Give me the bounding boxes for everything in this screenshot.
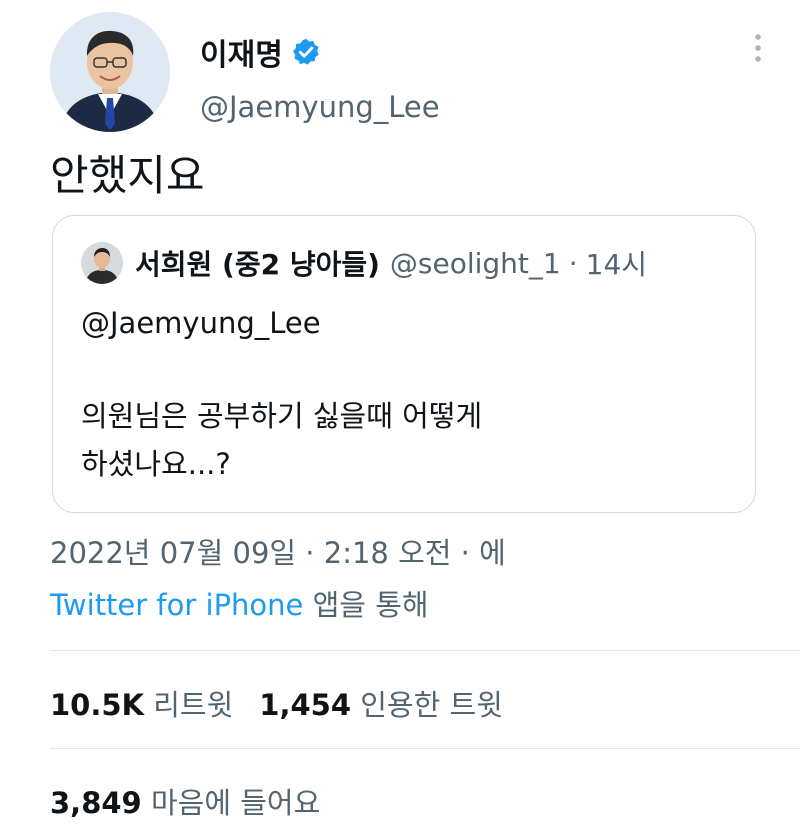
tweet-source-link[interactable]: Twitter for iPhone (50, 588, 303, 622)
profile-photo-small (81, 242, 123, 284)
more-options-icon[interactable] (746, 28, 770, 68)
author-handle[interactable]: @Jaemyung_Lee (200, 90, 440, 124)
retweet-quote-stats: 10.5K 리트윗 1,454 인용한 트윗 (50, 682, 503, 724)
quotes-stat[interactable]: 1,454 인용한 트윗 (259, 688, 503, 722)
quoted-author-avatar[interactable] (81, 242, 123, 284)
likes-label: 마음에 들어요 (150, 786, 321, 820)
likes-count: 3,849 (50, 786, 142, 820)
author-avatar[interactable] (50, 12, 170, 132)
quoted-tweet-body: 의원님은 공부하기 싫을때 어떻게 하셨나요...? (81, 399, 483, 481)
verified-badge-icon (291, 37, 321, 67)
quoted-author-handle[interactable]: @seolight_1 (390, 247, 561, 280)
separator-dot: · (568, 246, 578, 280)
likes-stats[interactable]: 3,849 마음에 들어요 (50, 780, 320, 822)
quotes-label: 인용한 트윗 (360, 688, 503, 722)
divider (50, 650, 800, 651)
profile-photo (50, 12, 170, 132)
tweet-header: 이재명 @Jaemyung_Lee (50, 12, 770, 136)
quoted-tweet[interactable]: 서희원 (중2 냥아들) @seolight_1 · 14시 @Jaemyung… (52, 215, 756, 513)
author-name[interactable]: 이재명 (200, 30, 283, 74)
tweet-source-suffix: 앱을 통해 (303, 588, 429, 622)
tweet-source-line: Twitter for iPhone 앱을 통해 (50, 582, 429, 624)
retweets-count: 10.5K (50, 688, 145, 722)
quoted-tweet-header: 서희원 (중2 냥아들) @seolight_1 · 14시 (81, 242, 647, 284)
retweets-label: 리트윗 (153, 688, 234, 722)
tweet-text: 안했지요 (50, 151, 205, 200)
author-name-row: 이재명 (200, 30, 321, 74)
quotes-count: 1,454 (259, 688, 352, 722)
tweet-timestamp[interactable]: 2022년 07월 09일 · 2:18 오전 · 에 (50, 530, 506, 572)
divider (50, 748, 800, 749)
quoted-tweet-time[interactable]: 14시 (586, 243, 647, 283)
quoted-author-name[interactable]: 서희원 (중2 냥아들) (135, 243, 380, 283)
retweets-stat[interactable]: 10.5K 리트윗 (50, 688, 233, 722)
quoted-tweet-mention[interactable]: @Jaemyung_Lee (81, 306, 321, 340)
